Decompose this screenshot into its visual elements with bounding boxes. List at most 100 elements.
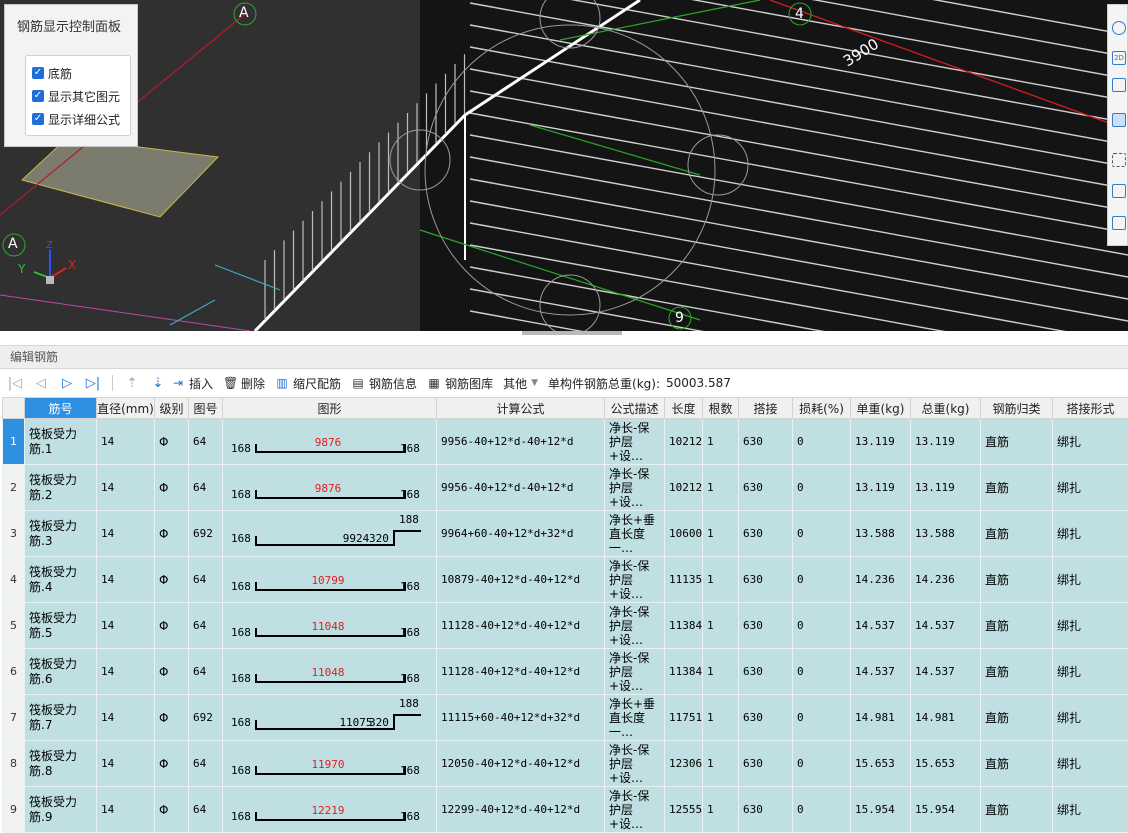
table-row[interactable]: 2筏板受力筋.214Φ6416898761689956-40+12*d-40+1…	[3, 465, 1128, 511]
length-cell[interactable]: 11135	[665, 557, 703, 603]
col-header[interactable]: 长度	[665, 398, 703, 419]
length-cell[interactable]: 10212	[665, 419, 703, 465]
option-bottom-rebar[interactable]: ✓底筋	[32, 65, 72, 81]
checkbox-checked-icon[interactable]: ✓	[32, 113, 44, 125]
length-cell[interactable]: 11751	[665, 695, 703, 741]
length-cell[interactable]: 12306	[665, 741, 703, 787]
insert-button[interactable]: ⇥插入	[171, 375, 213, 392]
3d-viewport[interactable]: A A 4 9 3900 Y X Z 钢筋显示控制面板 ✓底筋 ✓显示其它图元 …	[0, 0, 1128, 331]
row-number[interactable]: 4	[3, 557, 25, 603]
row-number[interactable]: 9	[3, 787, 25, 833]
lap-form-cell[interactable]: 绑扎	[1053, 741, 1128, 787]
lap-form-cell[interactable]: 绑扎	[1053, 465, 1128, 511]
row-number[interactable]: 3	[3, 511, 25, 557]
col-header[interactable]: 搭接	[739, 398, 793, 419]
category-cell[interactable]: 直筋	[981, 557, 1053, 603]
grade-cell[interactable]: Φ	[155, 787, 189, 833]
table-row[interactable]: 1筏板受力筋.114Φ6416898761689956-40+12*d-40+1…	[3, 419, 1128, 465]
grade-cell[interactable]: Φ	[155, 557, 189, 603]
unit-weight-cell[interactable]: 14.537	[851, 649, 911, 695]
rebar-shape-figure[interactable]: 16811048168	[223, 649, 436, 694]
length-cell[interactable]: 12555	[665, 787, 703, 833]
formula-desc-cell[interactable]: 净长-保护层+设…	[605, 419, 665, 465]
loss-cell[interactable]: 0	[793, 741, 851, 787]
row-number[interactable]: 6	[3, 649, 25, 695]
col-header[interactable]: 级别	[155, 398, 189, 419]
col-header[interactable]: 筋号	[25, 398, 97, 419]
delete-button[interactable]: 🗑删除	[223, 375, 265, 392]
grade-cell[interactable]: Φ	[155, 741, 189, 787]
formula-cell[interactable]: 12299-40+12*d-40+12*d	[437, 787, 605, 833]
length-cell[interactable]: 10212	[665, 465, 703, 511]
table-row[interactable]: 3筏板受力筋.314Φ69216899243201889964+60-40+12…	[3, 511, 1128, 557]
diameter-cell[interactable]: 14	[97, 695, 155, 741]
formula-cell[interactable]: 11115+60-40+12*d+32*d	[437, 695, 605, 741]
loss-cell[interactable]: 0	[793, 603, 851, 649]
rebar-shape-figure[interactable]: 16811048168	[223, 603, 436, 648]
count-cell[interactable]: 1	[703, 649, 739, 695]
total-weight-cell[interactable]: 13.119	[911, 419, 981, 465]
2d-icon[interactable]: 2D	[1112, 51, 1126, 65]
length-cell[interactable]: 11384	[665, 603, 703, 649]
checkbox-checked-icon[interactable]: ✓	[32, 90, 44, 102]
formula-desc-cell[interactable]: 净长-保护层+设…	[605, 603, 665, 649]
rebar-library-button[interactable]: ▦钢筋图库	[427, 375, 493, 392]
loss-cell[interactable]: 0	[793, 465, 851, 511]
figure-no-cell[interactable]: 64	[189, 741, 223, 787]
loss-cell[interactable]: 0	[793, 511, 851, 557]
category-cell[interactable]: 直筋	[981, 465, 1053, 511]
lap-cell[interactable]: 630	[739, 695, 793, 741]
row-number[interactable]: 8	[3, 741, 25, 787]
col-header[interactable]: 总重(kg)	[911, 398, 981, 419]
shape-cell[interactable]: 1689876168	[223, 419, 437, 465]
rebar-name-cell[interactable]: 筏板受力筋.9	[25, 787, 97, 833]
rebar-shape-figure[interactable]: 1689924320188	[223, 511, 436, 556]
rebar-name-cell[interactable]: 筏板受力筋.4	[25, 557, 97, 603]
rebar-name-cell[interactable]: 筏板受力筋.8	[25, 741, 97, 787]
rebar-name-cell[interactable]: 筏板受力筋.3	[25, 511, 97, 557]
unit-weight-cell[interactable]: 15.653	[851, 741, 911, 787]
next-row-icon[interactable]: ▷	[54, 376, 80, 391]
lap-form-cell[interactable]: 绑扎	[1053, 511, 1128, 557]
rebar-name-cell[interactable]: 筏板受力筋.6	[25, 649, 97, 695]
grade-cell[interactable]: Φ	[155, 419, 189, 465]
length-cell[interactable]: 11384	[665, 649, 703, 695]
total-weight-cell[interactable]: 14.537	[911, 603, 981, 649]
rebar-shape-figure[interactable]: 16812219168	[223, 787, 436, 832]
formula-cell[interactable]: 9964+60-40+12*d+32*d	[437, 511, 605, 557]
rebar-name-cell[interactable]: 筏板受力筋.1	[25, 419, 97, 465]
col-header[interactable]: 根数	[703, 398, 739, 419]
col-header[interactable]: 直径(mm)	[97, 398, 155, 419]
diameter-cell[interactable]: 14	[97, 603, 155, 649]
list-icon[interactable]	[1112, 216, 1126, 230]
count-cell[interactable]: 1	[703, 695, 739, 741]
formula-desc-cell[interactable]: 净长-保护层+设…	[605, 557, 665, 603]
count-cell[interactable]: 1	[703, 465, 739, 511]
rebar-shape-figure[interactable]: 16811075320188	[223, 695, 436, 740]
grade-cell[interactable]: Φ	[155, 603, 189, 649]
formula-desc-cell[interactable]: 净长+垂直长度一…	[605, 511, 665, 557]
col-header[interactable]: 图形	[223, 398, 437, 419]
col-header[interactable]: 搭接形式	[1053, 398, 1128, 419]
total-weight-cell[interactable]: 14.537	[911, 649, 981, 695]
checkbox-checked-icon[interactable]: ✓	[32, 67, 44, 79]
lap-form-cell[interactable]: 绑扎	[1053, 419, 1128, 465]
count-cell[interactable]: 1	[703, 741, 739, 787]
lap-form-cell[interactable]: 绑扎	[1053, 603, 1128, 649]
option-show-detail-formula[interactable]: ✓显示详细公式	[32, 111, 120, 127]
unit-weight-cell[interactable]: 14.537	[851, 603, 911, 649]
shape-cell[interactable]: 1689876168	[223, 465, 437, 511]
shape-cell[interactable]: 16810799168	[223, 557, 437, 603]
lap-cell[interactable]: 630	[739, 787, 793, 833]
col-header[interactable]: 计算公式	[437, 398, 605, 419]
shape-cell[interactable]: 16811048168	[223, 649, 437, 695]
loss-cell[interactable]: 0	[793, 787, 851, 833]
grade-cell[interactable]: Φ	[155, 695, 189, 741]
col-header[interactable]: 公式描述	[605, 398, 665, 419]
col-header[interactable]: 单重(kg)	[851, 398, 911, 419]
diameter-cell[interactable]: 14	[97, 741, 155, 787]
shape-cell[interactable]: 16811970168	[223, 741, 437, 787]
figure-no-cell[interactable]: 64	[189, 787, 223, 833]
loss-cell[interactable]: 0	[793, 419, 851, 465]
total-weight-cell[interactable]: 15.653	[911, 741, 981, 787]
